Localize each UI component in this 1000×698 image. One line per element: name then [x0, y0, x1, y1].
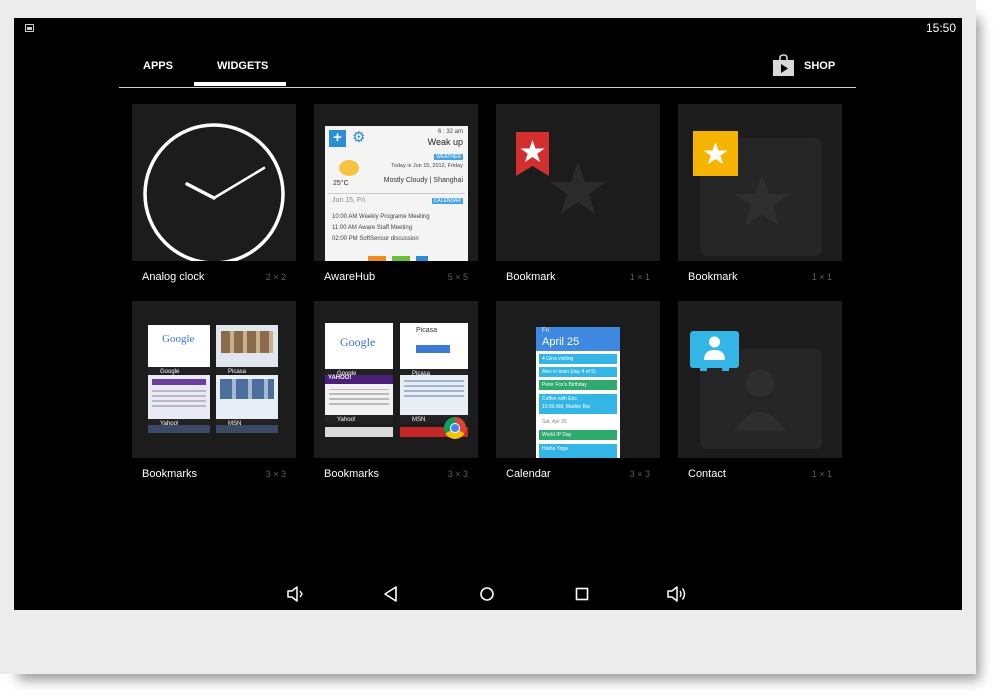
widget-size: 3 × 3: [265, 469, 286, 479]
status-time: 15:50: [925, 21, 956, 35]
widget-name: AwareHub: [324, 271, 376, 283]
calendar-event: Hatha Yoga: [539, 444, 617, 458]
weather-sun-icon: [339, 160, 359, 176]
alarm-label: Weak up: [427, 137, 463, 147]
alarm-time: 6 : 32 am: [437, 129, 463, 135]
widget-size: 5 × 5: [447, 272, 468, 282]
widget-size: 1 × 1: [811, 272, 832, 282]
active-tab-indicator: [194, 82, 286, 86]
header-divider: [119, 87, 856, 88]
widget-preview: [496, 104, 660, 261]
widget-preview: [678, 104, 842, 261]
thumb-label: Yahoo!: [337, 417, 356, 423]
widget-name: Bookmarks: [142, 468, 198, 480]
weather-temperature: 25°C: [333, 180, 349, 187]
status-bar: 15:50: [14, 18, 962, 40]
calendar-day2: Sat, Apr 26: [542, 419, 567, 425]
home-icon[interactable]: [476, 583, 498, 605]
bookmark-thumb-msn: MSN: [216, 375, 278, 427]
bookmark-red-star-icon: [516, 132, 606, 214]
widget-name: Analog clock: [142, 271, 205, 283]
bookmark-thumb-google: Google Google: [148, 325, 210, 375]
volume-up-icon[interactable]: [666, 583, 688, 605]
widget-preview: Google Google Picasa Yahoo! MSN: [132, 301, 296, 458]
calendar-header: Fri April 25: [536, 327, 620, 351]
bookmark-thumb-google: Google Google: [325, 323, 393, 377]
image-notification-icon: [25, 24, 34, 32]
bookmark-thumb-yahoo: Yahoo!: [148, 375, 210, 427]
widget-name: Bookmark: [688, 271, 738, 283]
shop-label: SHOP: [804, 60, 836, 72]
calendar-event: Peter Fox's Birthday: [539, 380, 617, 390]
picasa-logo-text: Picasa: [416, 327, 438, 334]
browser-thumb-row: [148, 425, 278, 433]
widget-awarehub[interactable]: + ⚙ 6 : 32 am Weak up WEATHER 25°C Today…: [314, 104, 478, 291]
widget-preview: Fri April 25 4 Gina visiting Alex in tow…: [496, 301, 660, 458]
calendar-weekday: Fri: [542, 328, 549, 334]
calendar-badge: CALENDAR: [431, 198, 463, 204]
awarehub-card: + ⚙ 6 : 32 am Weak up WEATHER 25°C Today…: [325, 126, 468, 261]
bookmark-thumb-picasa: Picasa Picasa: [400, 323, 468, 377]
today-text: Today is Jun 15, 2012, Friday: [391, 163, 463, 169]
bookmark-thumb-msn: MSN: [400, 375, 468, 423]
widget-bookmarks-stack[interactable]: Google Google Picasa Picasa YAHOO! Yahoo…: [314, 301, 478, 488]
event-row: 10:00 AM Weekly Programe Meeting: [332, 214, 430, 220]
settings-icon: ⚙: [352, 129, 366, 146]
divider: [328, 193, 465, 194]
widget-size: 1 × 1: [811, 469, 832, 479]
weather-badge: WEATHER: [434, 154, 463, 160]
widget-preview: [132, 104, 296, 261]
calendar-date: April 25: [542, 336, 580, 348]
thumb-label: MSN: [412, 417, 426, 423]
widget-preview: [678, 301, 842, 458]
widget-contact[interactable]: Contact 1 × 1: [678, 301, 842, 488]
widget-size: 2 × 2: [265, 272, 286, 282]
widget-preview: Google Google Picasa Picasa YAHOO! Yahoo…: [314, 301, 478, 458]
shopping-bag-icon: [773, 54, 794, 76]
contact-card-icon: [690, 331, 822, 449]
tab-widgets[interactable]: WIDGETS: [217, 60, 268, 72]
widget-calendar[interactable]: Fri April 25 4 Gina visiting Alex in tow…: [496, 301, 660, 488]
bookmark-thumb-picasa: Picasa: [216, 325, 278, 375]
add-icon: +: [329, 130, 346, 147]
widget-bookmark-yellow[interactable]: Bookmark 1 × 1: [678, 104, 842, 291]
calendar-event: Alex in town (day 4 of 5): [539, 367, 617, 377]
weather-text: Mostly Cloudy | Shanghai: [383, 177, 463, 184]
analog-clock-icon: [143, 123, 285, 261]
event-row: 02:00 PM SoftSensor discussion: [332, 236, 419, 242]
event-row: 11:00 AM Aware Staff Meeting: [332, 225, 413, 231]
footer-buttons: [368, 256, 428, 261]
calendar-event: 4 Gina visiting: [539, 354, 617, 364]
widget-analog-clock[interactable]: Analog clock 2 × 2: [132, 104, 296, 291]
calendar-card: Fri April 25 4 Gina visiting Alex in tow…: [536, 327, 620, 458]
back-icon[interactable]: [380, 583, 402, 605]
calendar-date: Jun 15, Fri: [332, 197, 366, 204]
widget-name: Calendar: [506, 468, 551, 480]
bookmark-thumb-yahoo: YAHOO! Yahoo!: [325, 375, 393, 423]
calendar-event: World IP Day: [539, 430, 617, 440]
device-screen: 15:50 APPS WIDGETS SHOP Analog clock 2 ×…: [14, 18, 962, 610]
widget-name: Contact: [688, 468, 726, 480]
widget-bookmark-red[interactable]: Bookmark 1 × 1: [496, 104, 660, 291]
recents-icon[interactable]: [571, 583, 593, 605]
widget-name: Bookmarks: [324, 468, 380, 480]
widget-preview: + ⚙ 6 : 32 am Weak up WEATHER 25°C Today…: [314, 104, 478, 261]
widget-name: Bookmark: [506, 271, 556, 283]
yahoo-logo-text: YAHOO!: [328, 375, 352, 381]
widget-size: 3 × 3: [447, 469, 468, 479]
widget-size: 3 × 3: [629, 469, 650, 479]
tab-apps[interactable]: APPS: [143, 60, 173, 72]
calendar-event: Coffee with Eric 10:00 AM, Marble Bar: [539, 394, 617, 414]
widget-bookmarks-grid[interactable]: Google Google Picasa Yahoo! MSN Bookmark…: [132, 301, 296, 488]
volume-down-icon[interactable]: [285, 583, 307, 605]
widget-size: 1 × 1: [629, 272, 650, 282]
bookmark-yellow-star-icon: [693, 131, 822, 256]
chrome-icon: [444, 417, 466, 439]
